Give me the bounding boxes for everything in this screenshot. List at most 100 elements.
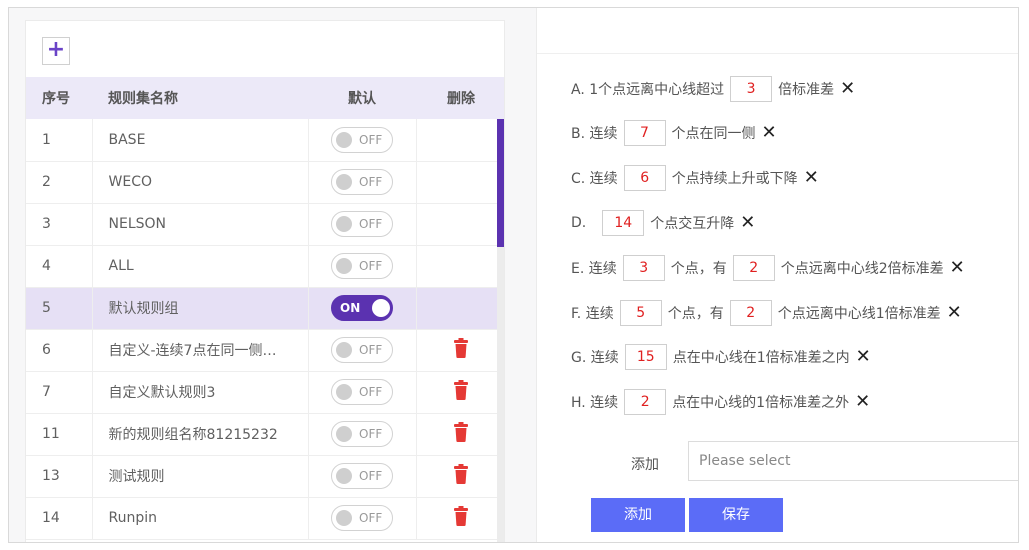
default-toggle[interactable]: OFF (331, 253, 393, 279)
row-delete-cell (416, 287, 504, 330)
rule-e: E. 连续 3 个点，有 2 个点远离中心线2倍标准差 ✕ (571, 253, 965, 283)
rule-c: C. 连续 6 个点持续上升或下降 ✕ (571, 163, 819, 193)
add-rule-label: 添加 (631, 457, 659, 473)
toggle-label: ON (340, 301, 361, 315)
trash-icon[interactable] (453, 464, 469, 488)
default-toggle[interactable]: OFF (331, 337, 393, 363)
trash-icon[interactable] (453, 380, 469, 404)
toggle-knob (336, 131, 352, 148)
toggle-label: OFF (359, 132, 383, 147)
rule-h-text-2: 点在中心线的1倍标准差之外 (672, 395, 850, 411)
row-name[interactable]: WECO (92, 161, 309, 204)
table-row[interactable]: 11 新的规则组名称81215232 OFF (26, 413, 504, 456)
default-toggle[interactable]: OFF (331, 421, 393, 447)
row-name[interactable]: 新的规则组名称81215232 (92, 413, 309, 456)
rule-h: H. 连续 2 点在中心线的1倍标准差之外 ✕ (571, 387, 870, 417)
row-index: 6 (26, 329, 93, 372)
rule-f-sub-count-input[interactable]: 2 (729, 300, 772, 326)
remove-rule-h-icon[interactable]: ✕ (855, 393, 870, 411)
remove-rule-b-icon[interactable]: ✕ (762, 124, 777, 142)
rule-a-count-input[interactable]: 3 (730, 76, 773, 102)
rule-f-count-input[interactable]: 5 (619, 300, 662, 326)
table-row[interactable]: 13 测试规则 OFF (26, 455, 504, 498)
toggle-knob (336, 216, 352, 232)
rule-c-text: C. 连续 (571, 171, 618, 187)
remove-rule-c-icon[interactable]: ✕ (804, 169, 819, 187)
row-default-cell: OFF (308, 203, 417, 246)
table-row[interactable]: 7 自定义默认规则3 OFF (26, 371, 504, 414)
row-name[interactable]: BASE (92, 119, 309, 162)
rule-e-sub-count-input[interactable]: 2 (732, 255, 775, 281)
default-toggle[interactable]: OFF (331, 463, 393, 489)
rule-a-text-2: 倍标准差 (778, 82, 835, 98)
row-name[interactable]: 默认规则组 (92, 287, 309, 330)
row-delete-cell (416, 413, 504, 456)
table-row[interactable]: 4 ALL OFF (26, 245, 504, 288)
table-row[interactable]: 14 Runpin OFF (26, 497, 504, 540)
trash-icon[interactable] (453, 506, 469, 530)
toggle-label: OFF (359, 175, 383, 189)
rule-set-panel: + 序号 规则集名称 默认 删除 1 BASE OFF 2 WECO OFF 3 NELSON… (25, 20, 505, 542)
rule-b-text-2: 个点在同一侧 (671, 126, 756, 142)
default-toggle[interactable]: OFF (331, 211, 393, 237)
rule-b-count-input[interactable]: 7 (623, 120, 666, 146)
header-index: 序号 (26, 77, 92, 119)
rule-e-text: E. 连续 (571, 261, 617, 277)
rule-e-count-input[interactable]: 3 (622, 255, 665, 281)
rule-e-text-3: 个点远离中心线2倍标准差 (780, 261, 944, 277)
row-name[interactable]: 自定义默认规则3 (92, 371, 309, 414)
rule-f-text: F. 连续 (571, 306, 614, 322)
rule-select-dropdown[interactable]: Please select (688, 441, 1018, 481)
toggle-knob (336, 342, 352, 358)
row-name[interactable]: NELSON (92, 203, 309, 246)
toggle-label: OFF (359, 511, 383, 525)
rule-c-count-input[interactable]: 6 (623, 165, 666, 191)
row-name[interactable]: ALL (92, 245, 309, 288)
rule-g-text: G. 连续 (571, 350, 619, 366)
row-name[interactable]: 测试规则 (92, 455, 309, 498)
row-default-cell: ON (308, 287, 417, 330)
trash-icon[interactable] (453, 338, 469, 362)
row-index: 11 (26, 413, 93, 456)
toggle-knob (336, 468, 352, 484)
table-row[interactable]: 5 默认规则组 ON (26, 287, 504, 330)
default-toggle[interactable]: ON (331, 295, 393, 321)
row-name[interactable]: 自定义-连续7点在同一侧… (92, 329, 309, 372)
table-row[interactable]: 6 自定义-连续7点在同一侧… OFF (26, 329, 504, 372)
save-button[interactable]: 保存 (689, 498, 783, 532)
add-rule-set-button[interactable]: + (42, 37, 70, 65)
rule-d-count-input[interactable]: 14 (602, 210, 645, 236)
rule-set-table: 序号 规则集名称 默认 删除 1 BASE OFF 2 WECO OFF 3 NELSON OF… (26, 77, 504, 540)
row-delete-cell (416, 371, 504, 414)
default-toggle[interactable]: OFF (331, 505, 393, 531)
row-default-cell: OFF (308, 329, 417, 372)
rule-g-count-input[interactable]: 15 (624, 344, 667, 370)
remove-rule-d-icon[interactable]: ✕ (740, 214, 755, 232)
remove-rule-g-icon[interactable]: ✕ (856, 348, 871, 366)
toggle-knob (336, 510, 352, 526)
default-toggle[interactable]: OFF (331, 126, 393, 153)
add-rule-button[interactable]: 添加 (591, 498, 685, 532)
rule-f: F. 连续 5 个点，有 2 个点远离中心线1倍标准差 ✕ (571, 298, 962, 328)
row-default-cell: OFF (308, 161, 417, 204)
toggle-label: OFF (359, 427, 383, 441)
remove-rule-e-icon[interactable]: ✕ (950, 259, 965, 277)
header-name: 规则集名称 (92, 77, 308, 119)
trash-icon[interactable] (453, 422, 469, 446)
row-name[interactable]: Runpin (92, 497, 309, 540)
remove-rule-f-icon[interactable]: ✕ (947, 304, 962, 322)
table-row[interactable]: 3 NELSON OFF (26, 203, 504, 246)
table-scrollbar[interactable] (497, 119, 504, 542)
remove-rule-a-icon[interactable]: ✕ (840, 80, 855, 98)
rule-h-count-input[interactable]: 2 (624, 389, 667, 415)
default-toggle[interactable]: OFF (331, 169, 393, 195)
table-row[interactable]: 2 WECO OFF (26, 161, 504, 204)
rule-g-text-2: 点在中心线在1倍标准差之内 (672, 350, 850, 366)
toggle-knob (336, 258, 352, 274)
scrollbar-thumb[interactable] (497, 119, 504, 247)
default-toggle[interactable]: OFF (331, 379, 393, 405)
rule-b: B. 连续 7 个点在同一侧 ✕ (571, 118, 777, 148)
toggle-label: OFF (359, 259, 383, 273)
row-index: 1 (26, 119, 93, 162)
table-row[interactable]: 1 BASE OFF (26, 119, 504, 162)
